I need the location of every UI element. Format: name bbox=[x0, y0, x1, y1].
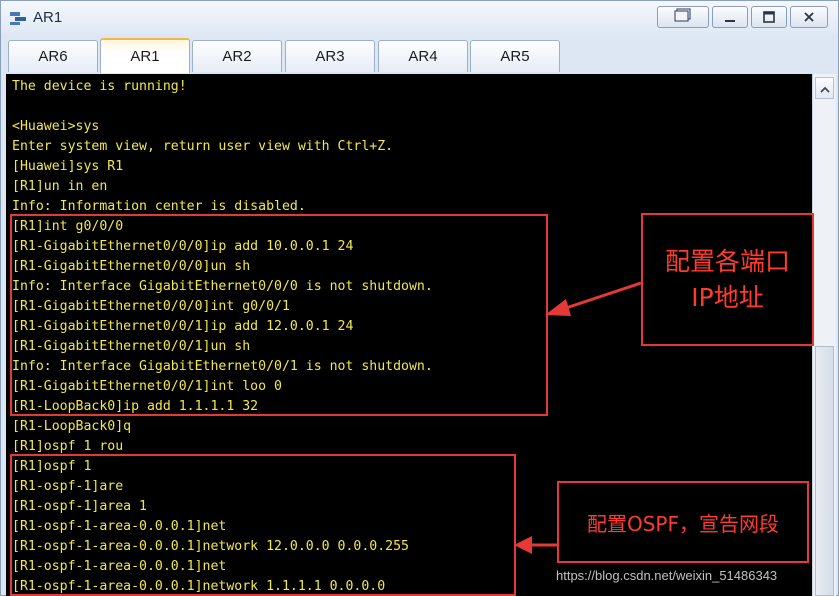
chevron-up-icon bbox=[819, 79, 830, 98]
minimize-icon bbox=[724, 8, 736, 27]
window-title: AR1 bbox=[33, 9, 63, 26]
tab-ar4[interactable]: AR4 bbox=[378, 40, 468, 72]
tab-ar3[interactable]: AR3 bbox=[285, 40, 375, 72]
maximize-button[interactable] bbox=[751, 6, 787, 28]
maximize-icon bbox=[763, 8, 775, 27]
tab-ar1[interactable]: AR1 bbox=[100, 38, 190, 73]
tab-ar2[interactable]: AR2 bbox=[192, 40, 282, 72]
terminal-line: [R1]un in en bbox=[12, 179, 108, 194]
close-button[interactable] bbox=[790, 6, 828, 28]
tab-ar6[interactable]: AR6 bbox=[8, 40, 98, 72]
annotation-ospf: 配置OSPF，宣告网段 bbox=[557, 481, 809, 563]
annotation-port-ip: 配置各端口 IP地址 bbox=[641, 213, 814, 346]
terminal-line: [Huawei]sys R1 bbox=[12, 159, 124, 174]
restore-windows-button[interactable] bbox=[657, 6, 709, 28]
watermark-text: https://blog.csdn.net/weixin_51486343 bbox=[556, 568, 778, 583]
minimize-button[interactable] bbox=[712, 6, 748, 28]
scroll-thumb[interactable] bbox=[815, 346, 834, 596]
close-icon bbox=[803, 8, 815, 27]
router-icon bbox=[9, 10, 27, 26]
highlight-box-ospf-config bbox=[10, 454, 516, 596]
restore-windows-icon bbox=[672, 7, 694, 27]
vertical-scrollbar[interactable] bbox=[812, 74, 836, 596]
tab-bar: AR6 AR1 AR2 AR3 AR4 AR5 bbox=[1, 35, 838, 73]
terminal-line: [R1-LoopBack0]q bbox=[12, 419, 132, 434]
terminal-line: The device is running! bbox=[12, 79, 187, 94]
title-bar[interactable]: AR1 bbox=[1, 1, 838, 35]
scroll-up-button[interactable] bbox=[815, 77, 834, 99]
highlight-box-port-config bbox=[10, 214, 548, 416]
annotation-port-ip-line2: IP地址 bbox=[691, 282, 764, 312]
tab-ar5[interactable]: AR5 bbox=[470, 40, 560, 72]
annotation-port-ip-line1: 配置各端口 bbox=[664, 246, 790, 276]
terminal-line: Enter system view, return user view with… bbox=[12, 139, 394, 154]
terminal-line: <Huawei>sys bbox=[12, 119, 100, 134]
